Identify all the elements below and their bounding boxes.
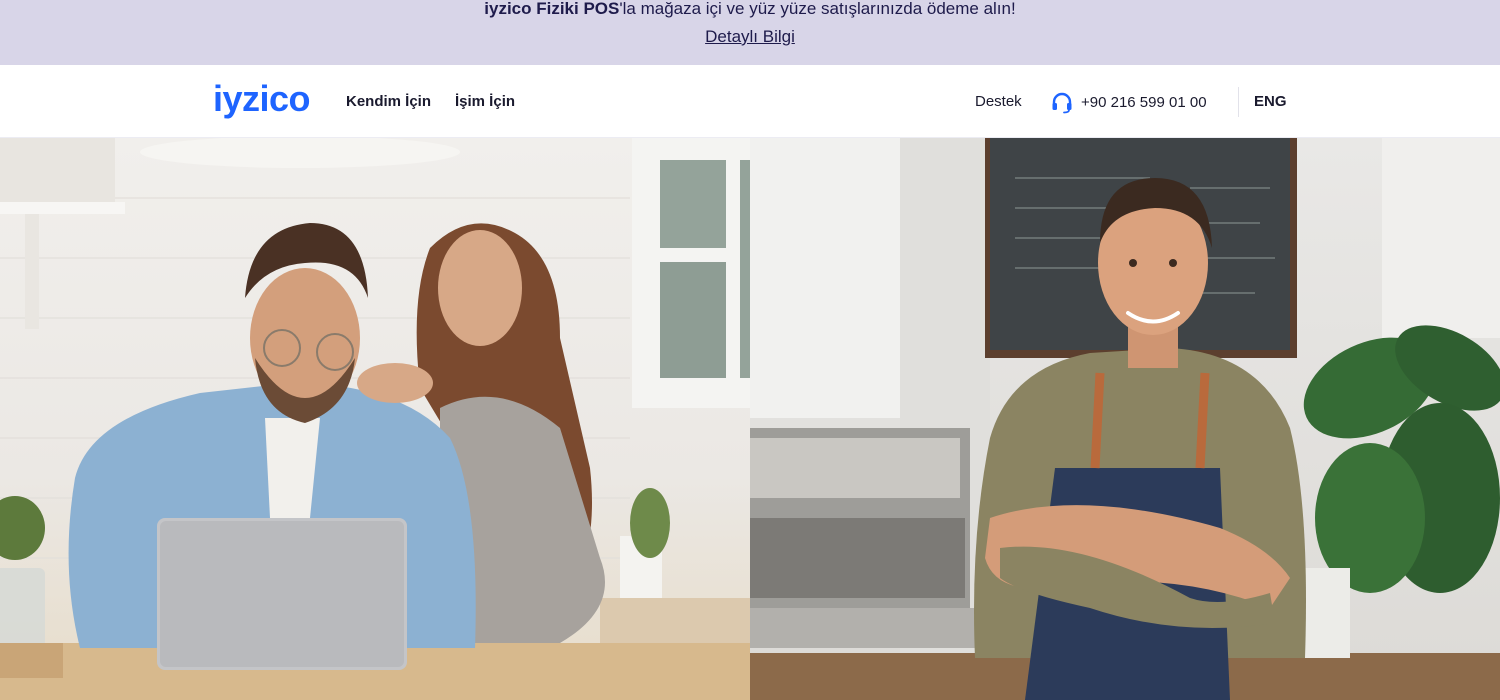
iyzico-logo[interactable]: iyzico [213, 79, 311, 119]
announcement-brand: iyzico Fiziki POS [484, 0, 620, 18]
language-switch[interactable]: ENG [1254, 93, 1287, 111]
details-link[interactable]: Detaylı Bilgi [705, 27, 795, 46]
couple-laptop-illustration [0, 138, 750, 700]
announcement-message: 'la mağaza içi ve yüz yüze satışlarınızd… [619, 0, 1016, 18]
announcement-text: iyzico Fiziki POS'la mağaza içi ve yüz y… [0, 0, 1500, 18]
hero-business-image[interactable] [750, 138, 1500, 700]
headset-icon [1052, 92, 1072, 114]
nav-business[interactable]: İşim İçin [455, 93, 515, 111]
nav-personal[interactable]: Kendim İçin [346, 93, 431, 111]
hero-personal-image[interactable] [0, 138, 750, 700]
phone-contact[interactable]: +90 216 599 01 00 [1050, 89, 1207, 115]
header-divider [1238, 87, 1239, 117]
site-header: iyzico Kendim İçin İşim İçin Destek +90 … [0, 65, 1500, 138]
announcement-bar: iyzico Fiziki POS'la mağaza içi ve yüz y… [0, 0, 1500, 65]
barista-illustration [750, 138, 1500, 700]
phone-number: +90 216 599 01 00 [1081, 93, 1207, 111]
support-link[interactable]: Destek [975, 93, 1022, 111]
